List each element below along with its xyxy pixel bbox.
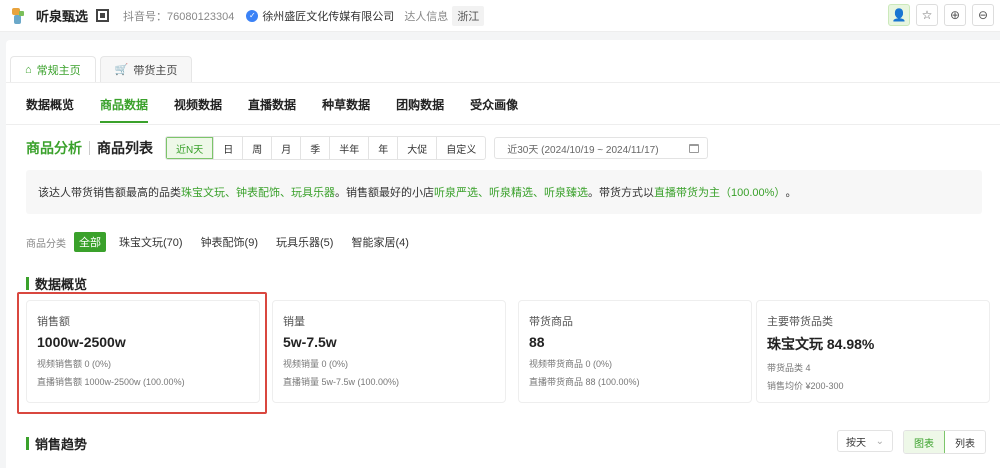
summary-text: 。销售额最好的小店 xyxy=(335,187,434,199)
nav-group-buy-data[interactable]: 团购数据 xyxy=(396,96,444,123)
card-detail: 视频销量 0 (0%) xyxy=(283,359,349,369)
tab-sales-home[interactable]: 🛒 带货主页 xyxy=(99,56,193,82)
star-icon: ☆ xyxy=(921,8,933,22)
card-value: 5w-7.5w xyxy=(283,334,337,350)
category-smart-home[interactable]: 智能家居(4) xyxy=(346,232,413,252)
period-option[interactable]: 季 xyxy=(300,137,329,159)
remove-button[interactable]: ⊖ xyxy=(972,4,994,26)
period-option[interactable]: 年 xyxy=(368,137,397,159)
overview-heading: 数据概览 xyxy=(26,274,87,293)
category-jewelry[interactable]: 珠宝文玩(70) xyxy=(114,232,188,252)
metric-card-products: 带货商品 88 视频带货商品 0 (0%) 直播带货商品 88 (100.00%… xyxy=(518,300,752,403)
tab-product-list[interactable]: 商品列表 xyxy=(97,138,153,158)
top-actions: 👤 ☆ ⊕ ⊖ xyxy=(888,4,994,26)
douyin-id: 抖音号：76080123304 xyxy=(123,10,235,23)
favorite-button[interactable]: ☆ xyxy=(916,4,938,26)
tab-label: 常规主页 xyxy=(36,64,81,77)
metric-card-main-category: 主要带货品类 珠宝文玩 84.98% 带货品类 4 销售均价 ¥200-300 xyxy=(756,300,990,403)
card-detail: 带货品类 4 xyxy=(767,363,811,373)
card-detail: 销售均价 ¥200-300 xyxy=(767,381,844,391)
sub-nav: 数据概览 商品数据 视频数据 直播数据 种草数据 团购数据 受众画像 xyxy=(26,96,518,123)
period-selector: 近N天 日 周 月 季 半年 年 大促 自定义 xyxy=(165,136,487,160)
divider xyxy=(89,141,90,155)
select-value: 按天 xyxy=(846,437,866,449)
date-range-picker[interactable]: 近30天 (2024/10/19 ~ 2024/11/17) xyxy=(494,137,708,159)
plus-circle-icon: ⊕ xyxy=(949,8,961,22)
summary-sales-mode: 直播带货为主（100.00%） xyxy=(654,187,786,199)
card-label: 带货商品 xyxy=(529,316,573,328)
region-label: 达人信息 xyxy=(404,10,449,23)
tab-label: 带货主页 xyxy=(133,64,178,77)
card-detail: 直播带货商品 88 (100.00%) xyxy=(529,377,640,387)
summary-text: 该达人带货销售额最高的品类 xyxy=(38,187,181,199)
nav-audience-profile[interactable]: 受众画像 xyxy=(470,96,518,123)
period-option[interactable]: 月 xyxy=(271,137,300,159)
tab-product-analysis[interactable]: 商品分析 xyxy=(26,138,82,158)
home-icon: ⌂ xyxy=(25,63,32,76)
company-name: 徐州盛匠文化传媒有限公司 xyxy=(262,10,395,23)
filter-row: 商品分析 商品列表 近N天 日 周 月 季 半年 年 大促 自定义 近30天 (… xyxy=(26,136,708,160)
period-option[interactable]: 近N天 xyxy=(166,137,214,159)
shop-name: 听泉甄选 xyxy=(36,9,89,24)
overview-title: 数据概览 xyxy=(35,277,88,292)
tab-regular-home[interactable]: ⌂ 常规主页 xyxy=(10,56,96,82)
trend-heading: 销售趋势 xyxy=(26,434,87,453)
summary-text: 。 xyxy=(785,187,797,199)
summary-box: 该达人带货销售额最高的品类 珠宝文玩、钟表配饰、玩具乐器 。销售额最好的小店 听… xyxy=(26,170,982,214)
trend-title: 销售趋势 xyxy=(35,437,88,452)
period-option[interactable]: 周 xyxy=(242,137,271,159)
add-user-icon: 👤 xyxy=(891,8,907,22)
card-value: 88 xyxy=(529,334,545,350)
follow-user-button[interactable]: 👤 xyxy=(888,4,910,26)
nav-data-overview[interactable]: 数据概览 xyxy=(26,96,74,123)
highlight-box xyxy=(17,292,267,414)
summary-text: 。带货方式以 xyxy=(588,187,654,199)
view-list-button[interactable]: 列表 xyxy=(945,431,985,453)
period-option[interactable]: 大促 xyxy=(397,137,436,159)
period-option[interactable]: 自定义 xyxy=(436,137,485,159)
shop-logo-icon xyxy=(10,7,26,25)
metric-card-volume: 销量 5w-7.5w 视频销量 0 (0%) 直播销量 5w-7.5w (100… xyxy=(272,300,506,403)
calendar-icon xyxy=(688,143,699,153)
main-tabs: ⌂ 常规主页 🛒 带货主页 xyxy=(10,56,193,82)
trend-controls: 按天 ⌄ 图表 列表 xyxy=(837,430,986,454)
date-range-text: 近30天 (2024/10/19 ~ 2024/11/17) xyxy=(507,144,659,156)
heading-bar xyxy=(26,277,29,290)
divider xyxy=(6,82,1000,83)
view-chart-button[interactable]: 图表 xyxy=(904,431,945,453)
summary-top-categories: 珠宝文玩、钟表配饰、玩具乐器 xyxy=(181,187,335,199)
category-watches[interactable]: 钟表配饰(9) xyxy=(196,232,263,252)
region-tag: 浙江 xyxy=(452,5,485,26)
divider xyxy=(6,124,1000,125)
category-all[interactable]: 全部 xyxy=(74,232,106,252)
granularity-select[interactable]: 按天 ⌄ xyxy=(837,430,893,452)
card-label: 主要带货品类 xyxy=(767,316,833,328)
period-option[interactable]: 半年 xyxy=(329,137,368,159)
qr-code-icon[interactable] xyxy=(96,9,110,22)
category-toys[interactable]: 玩具乐器(5) xyxy=(271,232,338,252)
cart-icon: 🛒 xyxy=(114,64,129,76)
content-panel: ⌂ 常规主页 🛒 带货主页 数据概览 商品数据 视频数据 直播数据 种草数据 团… xyxy=(6,40,1000,468)
nav-seeding-data[interactable]: 种草数据 xyxy=(322,96,370,123)
card-detail: 视频带货商品 0 (0%) xyxy=(529,359,613,369)
card-detail: 直播销量 5w-7.5w (100.00%) xyxy=(283,377,400,387)
heading-bar xyxy=(26,437,29,450)
category-label: 商品分类 xyxy=(26,238,66,250)
nav-video-data[interactable]: 视频数据 xyxy=(174,96,222,123)
nav-product-data[interactable]: 商品数据 xyxy=(100,96,149,123)
nav-live-data[interactable]: 直播数据 xyxy=(248,96,296,123)
chevron-down-icon: ⌄ xyxy=(875,435,884,447)
view-toggle: 图表 列表 xyxy=(903,430,986,454)
verified-icon: ✓ xyxy=(246,9,259,22)
summary-top-shops: 听泉严选、听泉精选、听泉臻选 xyxy=(434,187,588,199)
period-option[interactable]: 日 xyxy=(213,137,242,159)
minus-circle-icon: ⊖ xyxy=(977,8,989,22)
category-filter: 商品分类 全部 珠宝文玩(70) 钟表配饰(9) 玩具乐器(5) 智能家居(4) xyxy=(26,232,414,252)
card-label: 销量 xyxy=(283,316,305,328)
card-value: 珠宝文玩 84.98% xyxy=(767,336,875,352)
add-button[interactable]: ⊕ xyxy=(944,4,966,26)
top-header: 听泉甄选 抖音号：76080123304 ✓ 徐州盛匠文化传媒有限公司 达人信息… xyxy=(0,0,1000,32)
